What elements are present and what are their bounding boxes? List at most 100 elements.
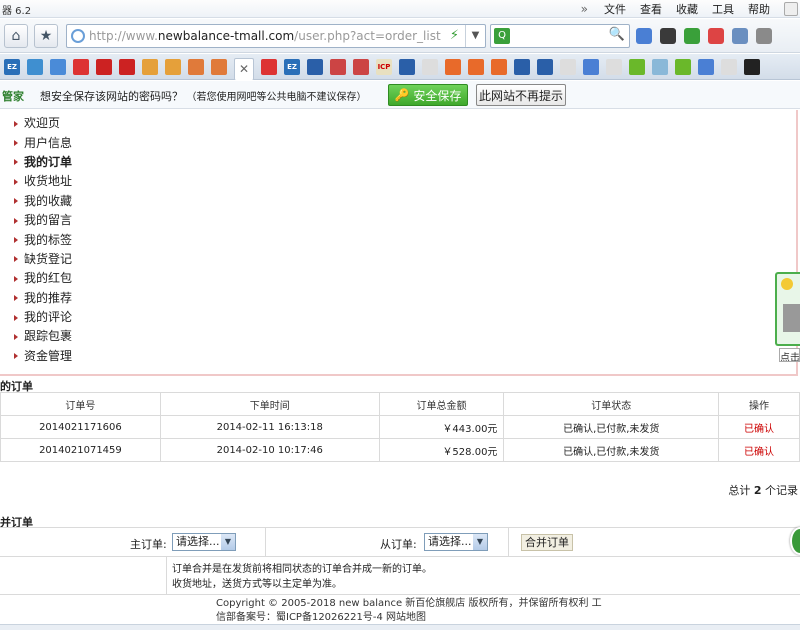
chevron-down-icon[interactable]: ▼ (465, 25, 485, 47)
tab-favicon-icon[interactable] (698, 58, 714, 75)
tab-favicon-icon[interactable] (491, 58, 507, 75)
tab-favicon-icon[interactable] (165, 58, 181, 75)
menu-view[interactable]: 查看 (640, 1, 662, 17)
search-input[interactable]: Q 🔍 (490, 24, 630, 48)
tab-favicon-icon[interactable] (188, 58, 204, 75)
password-save-bar: 管家 想安全保存该网站的密码吗？ （若您使用网吧等公共电脑不建议保存） 🔑 安全… (0, 81, 800, 109)
tab-favicon-icon[interactable] (422, 58, 438, 75)
tab-favicon-icon[interactable] (211, 58, 227, 75)
tab-favicon-icon[interactable]: EZ (284, 58, 300, 75)
order-id-link[interactable]: 2014021071459 (0, 438, 161, 462)
tab-favicon-icon[interactable] (721, 58, 737, 75)
tab-favicon-icon[interactable] (96, 58, 112, 75)
tab-favicon-icon[interactable]: ICP (376, 58, 392, 75)
tab-favicon-icon[interactable] (583, 58, 599, 75)
menu-item-my-orders[interactable]: 我的订单 (14, 153, 72, 172)
order-time: 2014-02-11 16:13:18 (159, 415, 380, 439)
order-status: 已确认,已付款,未发货 (503, 415, 720, 439)
menu-item-referrals[interactable]: 我的推荐 (14, 289, 72, 308)
tab-favicon-icon[interactable] (744, 58, 760, 75)
tab-favicon-icon[interactable] (629, 58, 645, 75)
save-password-button[interactable]: 🔑 安全保存 (388, 84, 468, 106)
search-engine-icon[interactable]: Q (494, 28, 510, 44)
tab-favicon-icon[interactable] (652, 58, 668, 75)
tab-favicon-icon[interactable] (514, 58, 530, 75)
menu-favorites[interactable]: 收藏 (676, 1, 698, 17)
menu-tools[interactable]: 工具 (712, 1, 734, 17)
tab-favicon-icon[interactable] (330, 58, 346, 75)
user-menu-panel: 欢迎页 用户信息 我的订单 收货地址 我的收藏 我的留言 我的标签 缺货登记 我… (0, 110, 798, 376)
url-text[interactable]: http://www.newbalance-tmall.com/user.php… (89, 29, 441, 43)
from-order-select[interactable]: 请选择... ▼ (424, 533, 488, 551)
menu-file[interactable]: 文件 (604, 1, 626, 17)
orders-table: 订单号 下单时间 订单总金额 订单状态 操作 2014021171606 201… (0, 392, 800, 462)
menu-item-welcome[interactable]: 欢迎页 (14, 114, 72, 133)
tab-favicon-icon[interactable] (142, 58, 158, 75)
star-icon[interactable]: ★ (34, 24, 58, 48)
tab-favicon-icon[interactable] (399, 58, 415, 75)
triangle-right-icon (14, 275, 18, 282)
more-icon[interactable] (756, 28, 772, 44)
icp-text: 信部备案号：蜀ICP备12026221号-4 网站地图 (216, 612, 427, 623)
lightning-icon[interactable]: ⚡ (450, 28, 459, 43)
col-order-status: 订单状态 (503, 392, 720, 416)
triangle-right-icon (14, 237, 18, 244)
order-id-link[interactable]: 2014021171606 (0, 415, 161, 439)
main-order-select[interactable]: 请选择... ▼ (172, 533, 236, 551)
main-order-label: 主订单: (130, 538, 167, 551)
tab-favicon-icon[interactable] (353, 58, 369, 75)
order-time: 2014-02-10 10:17:46 (159, 438, 380, 462)
merge-note: 订单合并是在发货前将相同状态的订单合并成一新的订单。 收货地址，送货方式等以主定… (172, 564, 432, 590)
menu-help[interactable]: 帮助 (748, 1, 770, 17)
address-bar[interactable]: http://www.newbalance-tmall.com/user.php… (66, 24, 486, 48)
menu-item-user-info[interactable]: 用户信息 (14, 133, 72, 152)
apps-icon[interactable] (636, 28, 652, 44)
menu-item-tracking[interactable]: 跟踪包裹 (14, 327, 72, 346)
table-header-row: 订单号 下单时间 订单总金额 订单状态 操作 (0, 392, 800, 416)
media-icon[interactable] (660, 28, 676, 44)
tab-favicon-icon[interactable] (50, 58, 66, 75)
col-order-amount: 订单总金额 (378, 392, 505, 416)
tab-favicon-icon[interactable] (675, 58, 691, 75)
search-icon[interactable]: 🔍 (609, 27, 625, 42)
user-menu-list: 欢迎页 用户信息 我的订单 收货地址 我的收藏 我的留言 我的标签 缺货登记 我… (14, 114, 72, 366)
translate-icon[interactable] (708, 28, 724, 44)
menu-item-favorites[interactable]: 我的收藏 (14, 192, 72, 211)
tab-favicon-icon[interactable] (73, 58, 89, 75)
tab-favicon-icon[interactable] (468, 58, 484, 75)
order-amount: ￥528.00元 (378, 438, 505, 462)
never-prompt-button[interactable]: 此网站不再提示 (476, 84, 566, 106)
window-button-icon[interactable] (784, 2, 798, 16)
tab-favicon-icon[interactable]: EZ (4, 58, 20, 75)
merge-orders-button[interactable]: 合并订单 (521, 534, 573, 551)
navigation-bar: ⌂ ★ http://www.newbalance-tmall.com/user… (0, 19, 800, 53)
chat-widget[interactable] (775, 272, 800, 346)
widget-click-label[interactable]: 点击 (779, 348, 800, 362)
menu-item-tags[interactable]: 我的标签 (14, 230, 72, 249)
table-row: 2014021171606 2014-02-11 16:13:18 ￥443.0… (0, 415, 800, 439)
tab-favicon-icon[interactable] (445, 58, 461, 75)
double-chevron-icon[interactable]: » (581, 2, 588, 16)
tab-favicon-icon[interactable] (27, 58, 43, 75)
triangle-right-icon (14, 314, 18, 321)
tab-favicon-icon[interactable] (606, 58, 622, 75)
footer: Copyright © 2005-2018 new balance 新百伦旗舰店… (216, 597, 602, 625)
tab-close-icon[interactable]: ✕ (234, 57, 254, 80)
home-icon[interactable]: ⌂ (4, 24, 28, 48)
menu-item-address[interactable]: 收货地址 (14, 172, 72, 191)
avatar (783, 304, 800, 332)
tab-favicon-icon[interactable] (307, 58, 323, 75)
tab-favicon-icon[interactable] (119, 58, 135, 75)
menu-item-funds[interactable]: 资金管理 (14, 347, 72, 366)
shield-icon[interactable] (684, 28, 700, 44)
copyright-text: Copyright © 2005-2018 new balance 新百伦旗舰店… (216, 598, 602, 609)
tab-favicon-icon[interactable] (261, 58, 277, 75)
menu-item-bonus[interactable]: 我的红包 (14, 269, 72, 288)
menu-item-messages[interactable]: 我的留言 (14, 211, 72, 230)
menu-item-comments[interactable]: 我的评论 (14, 308, 72, 327)
tab-favicon-icon[interactable] (537, 58, 553, 75)
tab-favicon-icon[interactable] (560, 58, 576, 75)
tools-icon[interactable] (732, 28, 748, 44)
triangle-right-icon (14, 198, 18, 205)
menu-item-stockout[interactable]: 缺货登记 (14, 250, 72, 269)
